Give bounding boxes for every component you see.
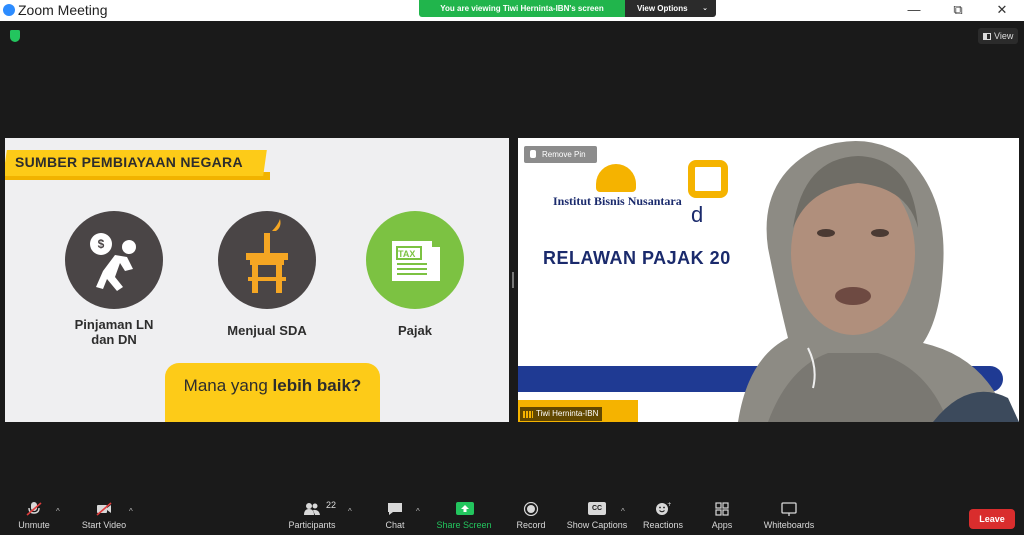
item-label-resources: Menjual SDA	[227, 323, 307, 338]
minimize-button[interactable]: —	[892, 0, 936, 21]
question-normal-text: Mana yang	[183, 376, 273, 395]
cc-icon-text: CC	[588, 502, 606, 515]
oil-rig-icon	[246, 219, 288, 293]
shared-screen-slide: SUMBER PEMBIAYAAN NEGARA $ TAX Pinjaman …	[5, 138, 509, 422]
view-options-button[interactable]: View Options ⌄	[625, 0, 716, 17]
pin-icon	[530, 150, 536, 158]
apps-button[interactable]: Apps	[706, 502, 738, 530]
item-label-loans: Pinjaman LN dan DN	[55, 317, 173, 347]
restore-button[interactable]: ⧉	[936, 0, 980, 21]
svg-text:+: +	[667, 502, 671, 508]
show-captions-label: Show Captions	[566, 520, 628, 530]
remove-pin-label: Remove Pin	[542, 150, 586, 159]
signal-strength-icon	[523, 411, 533, 418]
item-label-tax: Pajak	[398, 323, 432, 338]
leave-meeting-button[interactable]: Leave	[969, 509, 1015, 529]
slide-question: Mana yang lebih baik?	[165, 376, 380, 396]
show-captions-button[interactable]: CC Show Captions	[566, 502, 628, 530]
question-bold-text: lebih baik?	[272, 376, 362, 395]
slide-title: SUMBER PEMBIAYAAN NEGARA	[15, 154, 243, 170]
participants-label: Participants	[288, 520, 336, 530]
reactions-button[interactable]: + Reactions	[641, 501, 685, 530]
institution-name: Institut Bisnis Nusantara	[553, 194, 682, 208]
brand-letter: d	[691, 202, 704, 227]
participants-button[interactable]: 22 Participants	[286, 500, 338, 530]
smiley-face-icon: +	[655, 501, 672, 516]
chat-label: Chat	[385, 520, 405, 530]
participant-person-image	[738, 140, 1019, 422]
view-layout-button[interactable]: View	[978, 28, 1018, 44]
layout-icon	[983, 33, 991, 40]
tax-icon-text: TAX	[398, 249, 416, 259]
window-title: Zoom Meeting	[18, 2, 108, 18]
audio-options-chevron-icon[interactable]: ^	[56, 507, 60, 516]
chevron-down-icon: ⌄	[702, 5, 708, 12]
tax-document-icon	[392, 241, 440, 281]
split-view-handle[interactable]	[512, 272, 514, 288]
loan-circle: $	[65, 211, 163, 309]
microphone-muted-icon	[26, 502, 42, 516]
share-screen-label: Share Screen	[436, 520, 492, 530]
whiteboard-icon	[781, 502, 797, 516]
loans-line1: Pinjaman LN	[74, 317, 154, 332]
closed-captions-icon: CC	[588, 502, 606, 516]
view-label: View	[994, 31, 1014, 41]
share-screen-icon	[456, 502, 474, 516]
record-button[interactable]: Record	[514, 501, 548, 530]
record-icon	[523, 501, 539, 517]
security-shield-icon[interactable]	[10, 30, 20, 42]
close-window-button[interactable]: ✕	[980, 0, 1024, 21]
background-headline: RELAWAN PAJAK 20	[543, 248, 731, 268]
apps-label: Apps	[711, 520, 733, 530]
remove-pin-button[interactable]: Remove Pin	[524, 146, 597, 163]
participant-name-label: Tiwi Herninta-IBN	[520, 407, 603, 421]
participant-name: Tiwi Herninta-IBN	[536, 409, 599, 418]
record-label: Record	[516, 520, 546, 530]
share-screen-button[interactable]: Share Screen	[436, 502, 492, 530]
participants-options-chevron-icon[interactable]: ^	[348, 507, 352, 516]
resources-circle	[218, 211, 316, 309]
apps-icon	[714, 502, 730, 516]
tax-circle: TAX	[366, 211, 464, 309]
unmute-button[interactable]: Unmute	[14, 502, 54, 530]
captions-options-chevron-icon[interactable]: ^	[621, 507, 625, 516]
participants-count: 22	[326, 500, 337, 510]
svg-text:$: $	[98, 237, 105, 251]
participant-video-tile[interactable]: Institut Bisnis Nusantara d RELAWAN PAJA…	[518, 138, 1019, 422]
chat-bubble-icon	[387, 502, 403, 516]
video-options-chevron-icon[interactable]: ^	[129, 507, 133, 516]
participants-icon: 22	[304, 500, 336, 516]
whiteboards-button[interactable]: Whiteboards	[760, 502, 818, 530]
loans-line2: dan DN	[91, 332, 137, 347]
start-video-button[interactable]: Start Video	[78, 502, 130, 530]
view-options-label: View Options	[637, 4, 688, 13]
unmute-label: Unmute	[18, 520, 50, 530]
zoom-logo-icon	[3, 4, 15, 16]
chat-button[interactable]: Chat	[380, 502, 410, 530]
garuda-logo-icon	[596, 164, 636, 192]
viewing-screen-banner: You are viewing Tiwi Herninta-IBN's scre…	[419, 0, 625, 17]
start-video-label: Start Video	[81, 520, 127, 530]
whiteboards-label: Whiteboards	[763, 520, 815, 530]
borrower-with-money-bag-icon: $	[90, 233, 136, 291]
camera-off-icon	[96, 502, 112, 516]
reactions-label: Reactions	[642, 520, 684, 530]
chat-options-chevron-icon[interactable]: ^	[416, 507, 420, 516]
meeting-controls-toolbar: Unmute ^ Start Video ^ 22 Participants ^…	[0, 497, 1024, 535]
